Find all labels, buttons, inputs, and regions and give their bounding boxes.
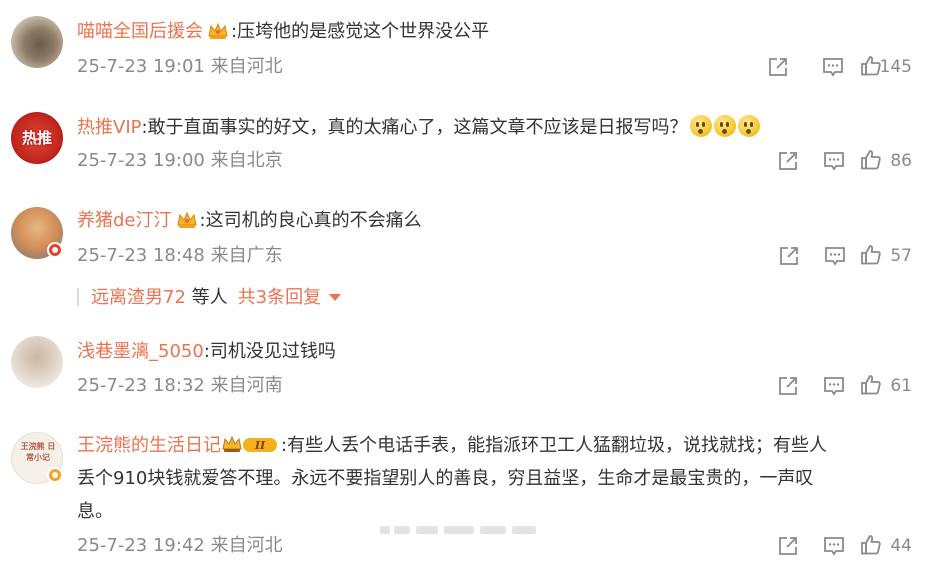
comment-icon[interactable] xyxy=(823,244,847,268)
verified-badge-icon xyxy=(47,242,63,258)
comment-meta: 25-7-23 18:48 来自广东 xyxy=(77,243,283,269)
comment-meta: 25-7-23 18:32 来自河南 xyxy=(77,373,283,399)
doge-face-emoji xyxy=(713,115,736,137)
like-count: 61 xyxy=(890,376,912,396)
comment-actions: 44 xyxy=(733,533,933,559)
reply-suffix: 等人 xyxy=(191,287,228,308)
reply-count-link[interactable]: 共3条回复 xyxy=(238,287,321,308)
avatar-text: 热推 xyxy=(11,112,63,164)
share-icon[interactable] xyxy=(776,374,800,398)
doge-face-emoji xyxy=(737,115,760,137)
like-count: 44 xyxy=(890,536,912,556)
crown-icon xyxy=(176,211,197,228)
user-avatar[interactable]: 热推 xyxy=(11,112,63,164)
share-icon[interactable] xyxy=(776,534,800,558)
like-count: 57 xyxy=(890,246,912,266)
comment-text-line-1: :有些人丢个电话手表，能指派环卫工人猛翻垃圾，说找就找；有些人 xyxy=(281,435,828,456)
comment-location: 来自河北 xyxy=(210,535,283,556)
avatar-text: 王浣熊 日常小记 xyxy=(20,442,56,462)
share-icon[interactable] xyxy=(776,149,800,173)
comment-actions: 86 xyxy=(733,148,933,174)
comment-text-line: 热推VIP:敢于直面事实的好文，真的太痛心了，这篇文章不应该是日报写吗？ xyxy=(77,114,760,142)
crown-level-2-icon: II xyxy=(222,435,277,452)
comment-username[interactable]: 浅巷墨漓_5050 xyxy=(77,341,204,362)
like-icon[interactable] xyxy=(859,373,883,397)
comment-text: :司机没见过钱吗 xyxy=(203,341,336,362)
reply-divider xyxy=(77,288,79,306)
comment-username[interactable]: 热推VIP xyxy=(77,117,141,138)
comment-icon[interactable] xyxy=(822,534,846,558)
like-icon[interactable] xyxy=(859,533,883,557)
share-icon[interactable] xyxy=(777,244,801,268)
comment-username[interactable]: 王浣熊的生活日记 xyxy=(77,435,221,456)
comment-text-line-2: 丢个910块钱就爱答不理。永远不要指望别人的善良，穷且益坚，生命才是最宝贵的，一… xyxy=(77,468,814,489)
watermark-graphic xyxy=(380,526,536,534)
comment-text: :这司机的良心真的不会痛么 xyxy=(199,210,422,231)
comment-icon[interactable] xyxy=(822,149,846,173)
user-avatar[interactable] xyxy=(11,16,63,68)
share-icon[interactable] xyxy=(766,55,790,79)
comment-actions: 57 xyxy=(733,243,933,269)
user-avatar[interactable] xyxy=(11,336,63,388)
comment-text-line: 息。 xyxy=(77,498,113,526)
comment-text: :压垮他的是感觉这个世界没公平 xyxy=(231,21,490,42)
comment-icon[interactable] xyxy=(821,55,845,79)
comment-actions: 61 xyxy=(733,373,933,399)
comment-text-line: 浅巷墨漓_5050:司机没见过钱吗 xyxy=(77,338,336,366)
comment-username[interactable]: 喵喵全国后援会 xyxy=(77,21,203,42)
comment-time: 25-7-23 19:42 xyxy=(77,535,205,556)
comment-actions: 145 xyxy=(733,54,933,80)
comment-location: 来自河南 xyxy=(210,375,283,396)
comment-username[interactable]: 养猪de汀汀 xyxy=(77,210,172,231)
like-icon[interactable] xyxy=(859,243,883,267)
comment-meta: 25-7-23 19:01 来自河北 xyxy=(77,54,283,80)
verified-badge-icon xyxy=(47,467,63,483)
crown-icon xyxy=(208,22,228,39)
comment-text-line: 喵喵全国后援会 :压垮他的是感觉这个世界没公平 xyxy=(77,18,489,46)
reply-username[interactable]: 远离渣男72 xyxy=(91,287,186,308)
comment-meta: 25-7-23 19:42 来自河北 xyxy=(77,533,283,559)
caret-down-icon[interactable] xyxy=(329,294,342,301)
comment-time: 25-7-23 19:00 xyxy=(77,150,205,171)
comment-time: 25-7-23 19:01 xyxy=(77,56,205,77)
like-count: 86 xyxy=(890,151,912,171)
comment-location: 来自北京 xyxy=(210,150,283,171)
svg-text:II: II xyxy=(254,439,266,452)
reply-summary[interactable]: 远离渣男72 等人 共3条回复 xyxy=(77,284,342,312)
comment-text: :敢于直面事实的好文，真的太痛心了，这篇文章不应该是日报写吗？ xyxy=(141,117,688,138)
like-count: 145 xyxy=(879,57,912,77)
comment-location: 来自河北 xyxy=(210,56,283,77)
comment-meta: 25-7-23 19:00 来自北京 xyxy=(77,148,283,174)
doge-face-emoji xyxy=(689,115,712,137)
comment-time: 25-7-23 18:32 xyxy=(77,375,205,396)
like-icon[interactable] xyxy=(859,148,883,172)
comment-text-line: 养猪de汀汀 :这司机的良心真的不会痛么 xyxy=(77,207,422,235)
comment-location: 来自广东 xyxy=(210,245,283,266)
comment-text-line-3: 息。 xyxy=(77,501,113,522)
comment-icon[interactable] xyxy=(822,374,846,398)
comment-time: 25-7-23 18:48 xyxy=(77,245,205,266)
comment-text-line: 丢个910块钱就爱答不理。永远不要指望别人的善良，穷且益坚，生命才是最宝贵的，一… xyxy=(77,465,813,493)
comment-text-line: 王浣熊的生活日记 II :有些人丢个电话手表，能指派环卫工人猛翻垃圾，说找就找；有些… xyxy=(77,432,827,460)
